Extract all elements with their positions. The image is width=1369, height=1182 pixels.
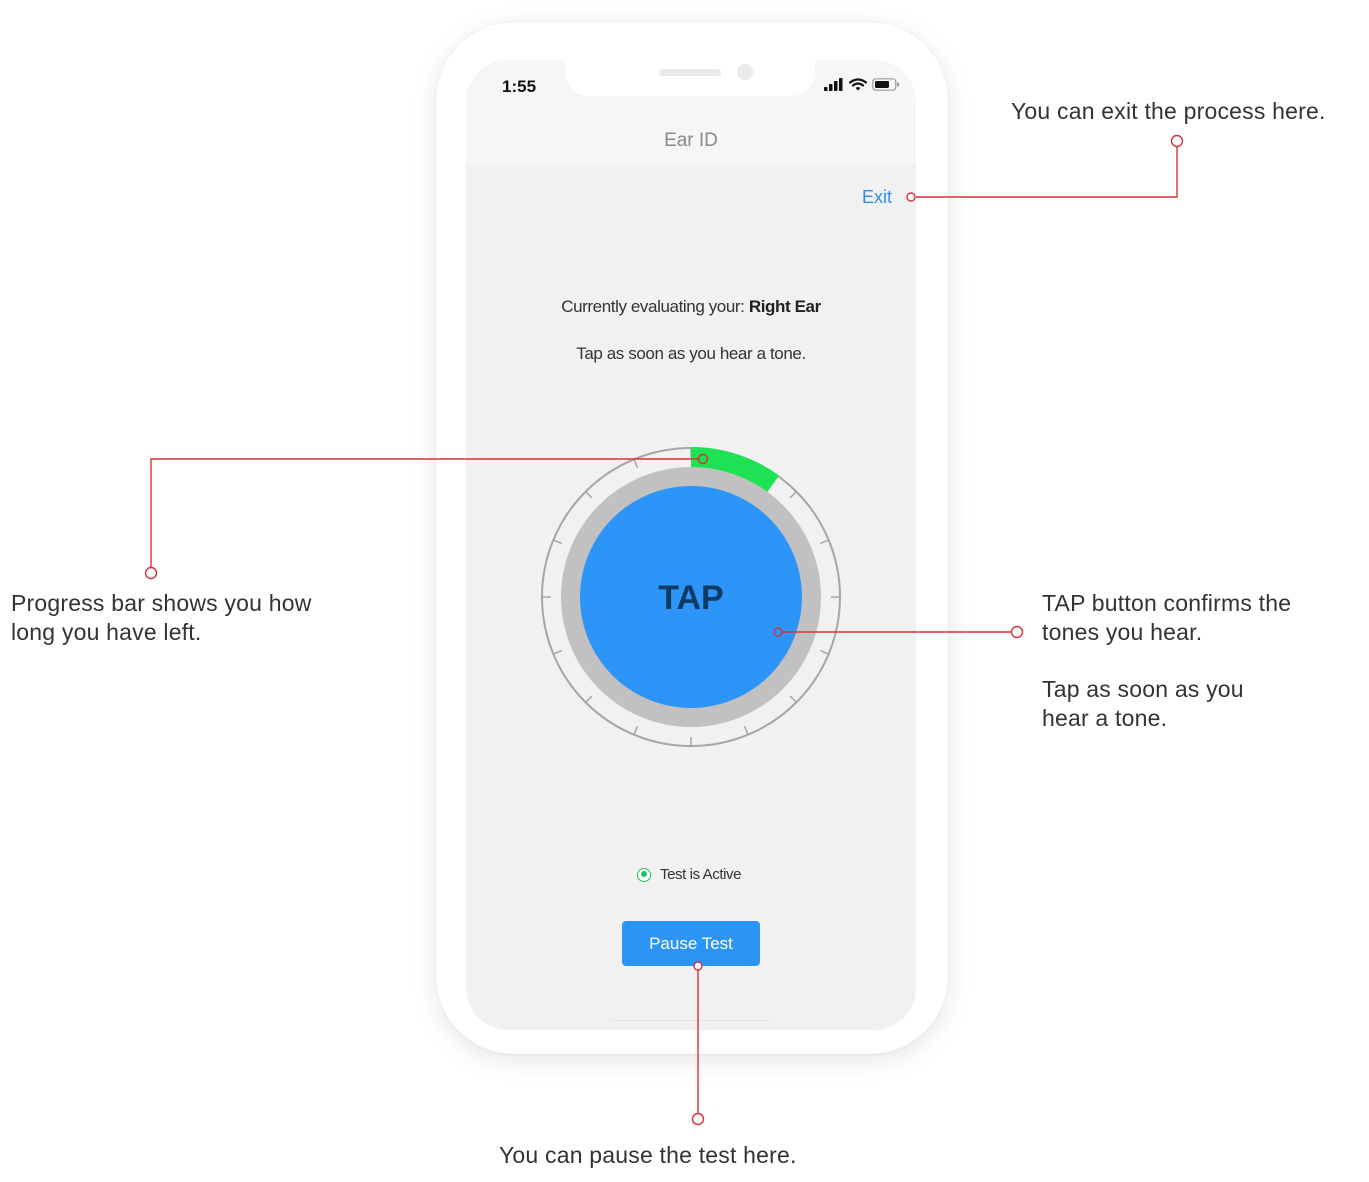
- tap-callout-line-2: tones you hear.: [1042, 619, 1203, 645]
- tap-leader-end: [1010, 625, 1024, 639]
- progress-leader-dot: [697, 453, 709, 465]
- exit-callout: You can exit the process here.: [1011, 98, 1326, 124]
- pause-leader-dot: [693, 961, 703, 971]
- pause-leader-end: [691, 1112, 705, 1126]
- progress-leader-end: [144, 566, 158, 580]
- exit-leader-dot: [906, 192, 916, 202]
- tap-hint-callout: Tap as soon as you hear a tone.: [1042, 675, 1244, 733]
- pause-callout: You can pause the test here.: [499, 1142, 797, 1168]
- progress-callout-line-1: Progress bar shows you how: [11, 590, 312, 616]
- progress-callout: Progress bar shows you how long you have…: [11, 589, 312, 647]
- tap-callout: TAP button confirms the tones you hear.: [1042, 589, 1291, 647]
- progress-leader-line: [150, 458, 698, 567]
- exit-leader-end: [1170, 134, 1184, 148]
- tap-hint-callout-line-2: hear a tone.: [1042, 705, 1168, 731]
- progress-callout-line-2: long you have left.: [11, 619, 202, 645]
- exit-leader-line: [916, 147, 1178, 198]
- tap-callout-line-1: TAP button confirms the: [1042, 590, 1292, 616]
- tap-leader-dot: [773, 627, 783, 637]
- tap-hint-callout-line-1: Tap as soon as you: [1042, 676, 1244, 702]
